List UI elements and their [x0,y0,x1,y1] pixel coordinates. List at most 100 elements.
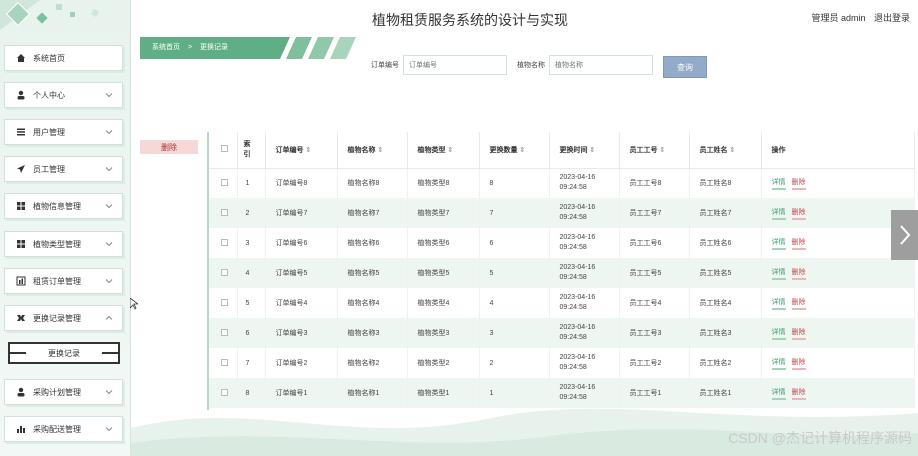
sidebar-item-1[interactable]: 系统首页 [4,45,123,71]
row-checkbox-cell[interactable] [209,198,238,228]
row-checkbox[interactable] [221,268,228,276]
next-arrow-button[interactable] [891,210,918,260]
sort-icon[interactable]: ⇕ [520,147,526,154]
cell-plant-type: 植物类型5 [407,258,480,288]
sidebar-item-5[interactable]: 植物信息管理 [4,193,123,219]
sidebar-item-4[interactable]: 员工管理 [4,156,123,182]
cell-change-time: 2023-04-16 09:24:58 [549,228,620,258]
table-row[interactable]: 3 订单编号6 植物名称6 植物类型6 6 2023-04-16 09:24:58 员工工号6… [209,228,915,258]
query-button[interactable]: 查询 [663,56,707,78]
delete-button[interactable]: 删除 [791,327,806,340]
cell-employee-name: 员工姓名4 [689,288,762,318]
sidebar-subitem-change-record[interactable]: 更换记录 [8,342,120,364]
sort-icon[interactable]: ⇕ [660,147,666,154]
cell-order-number: 订单编号7 [265,198,338,228]
row-checkbox-cell[interactable] [209,348,238,378]
page-title: 植物租赁服务系统的设计与实现 [372,12,568,28]
chevron-up-icon [105,315,113,320]
header-change-time[interactable]: 更换时间 ⇕ [549,132,620,169]
cell-order-number: 订单编号5 [265,258,338,288]
header-plant-type[interactable]: 植物类型 ⇕ [407,132,480,169]
delete-button[interactable]: 删除 [791,177,806,190]
plant-name-input[interactable] [549,55,653,75]
cell-actions: 详情 删除 [761,258,915,288]
row-checkbox[interactable] [221,178,228,186]
user-info: 管理员 admin 退出登录 [805,11,910,24]
select-all-checkbox[interactable] [221,145,228,153]
header-order-number[interactable]: 订单编号 ⇕ [265,132,338,169]
cell-index: 5 [237,288,266,318]
row-checkbox-cell[interactable] [209,228,238,258]
sidebar-item-2[interactable]: 个人中心 [4,82,123,108]
detail-button[interactable]: 详情 [771,177,786,190]
row-checkbox[interactable] [221,298,228,306]
sort-icon[interactable]: ⇕ [730,147,736,154]
sidebar-item-6[interactable]: 植物类型管理 [4,231,123,257]
delete-button[interactable]: 删除 [791,267,806,280]
row-checkbox[interactable] [221,238,228,246]
detail-button[interactable]: 详情 [771,297,786,310]
sidebar-item-9[interactable]: 采购计划管理 [4,379,123,405]
sort-icon[interactable]: ⇕ [306,147,312,154]
cell-change-time: 2023-04-16 09:24:58 [549,168,620,198]
cell-order-number: 订单编号6 [265,228,338,258]
sort-icon[interactable]: ⇕ [448,147,454,154]
table-row[interactable]: 1 订单编号8 植物名称8 植物类型8 8 2023-04-16 09:24:58 员工工号8… [209,168,915,198]
cell-order-number: 订单编号3 [265,318,338,348]
header-employee-number[interactable]: 员工工号 ⇕ [619,132,690,169]
row-checkbox[interactable] [221,358,228,366]
select-all-checkbox-cell[interactable] [209,132,238,169]
header-employee-name[interactable]: 员工姓名 ⇕ [689,132,762,169]
cell-index: 2 [237,198,266,228]
sidebar-item-3[interactable]: 用户管理 [4,119,123,145]
sidebar-item-10[interactable]: 采购配送管理 [4,416,123,442]
detail-button[interactable]: 详情 [771,267,786,280]
header-plant-name[interactable]: 植物名称 ⇕ [337,132,408,169]
order-number-input[interactable] [403,55,507,75]
table-row[interactable]: 6 订单编号3 植物名称3 植物类型3 3 2023-04-16 09:24:58 员工工号3… [209,318,915,348]
table-row[interactable]: 5 订单编号4 植物名称4 植物类型4 4 2023-04-16 09:24:58 员工工号4… [209,288,915,318]
header-actions: 操作 [761,132,915,169]
delete-button[interactable]: 删除 [791,237,806,250]
batch-delete-button[interactable]: 删除 [140,140,198,154]
breadcrumb-home[interactable]: 系统首页 [152,44,180,51]
sort-icon[interactable]: ⇕ [378,147,384,154]
logout-link[interactable]: 退出登录 [874,13,910,23]
sidebar-item-8[interactable]: 更换记录管理 [4,305,123,331]
cell-plant-name: 植物名称3 [337,318,408,348]
cell-quantity: 2 [479,348,550,378]
cell-employee-number: 员工工号8 [619,168,690,198]
row-checkbox-cell[interactable] [209,288,238,318]
cell-employee-number: 员工工号7 [619,198,690,228]
row-checkbox-cell[interactable] [209,318,238,348]
table-row[interactable]: 2 订单编号7 植物名称7 植物类型7 7 2023-04-16 09:24:58 员工工号7… [209,198,915,228]
row-checkbox[interactable] [221,328,228,336]
cell-actions: 详情 删除 [761,168,915,198]
detail-button[interactable]: 详情 [771,237,786,250]
cell-change-time: 2023-04-16 09:24:58 [549,198,620,228]
sidebar-item-label: 植物信息管理 [33,201,81,211]
detail-button[interactable]: 详情 [771,327,786,340]
header-quantity[interactable]: 更换数量 ⇕ [479,132,550,169]
cell-employee-name: 员工姓名2 [689,348,762,378]
watermark: CSDN @杰记计算机程序源码 [728,430,912,446]
chevron-down-icon [105,427,113,432]
detail-button[interactable]: 详情 [771,207,786,220]
delete-button[interactable]: 删除 [791,357,806,370]
row-checkbox[interactable] [221,208,228,216]
breadcrumb-current: 更换记录 [200,44,228,51]
cell-order-number: 订单编号2 [265,348,338,378]
detail-button[interactable]: 详情 [771,357,786,370]
sort-icon[interactable]: ⇕ [590,147,596,154]
row-checkbox-cell[interactable] [209,258,238,288]
list-icon [15,126,27,138]
sidebar-item-7[interactable]: 租赁订单管理 [4,268,123,294]
row-checkbox-cell[interactable] [209,168,238,198]
plant-search-group: 植物名称 [517,55,653,75]
delete-button[interactable]: 删除 [791,207,806,220]
table-row[interactable]: 4 订单编号5 植物名称5 植物类型5 5 2023-04-16 09:24:58 员工工号5… [209,258,915,288]
table-row[interactable]: 7 订单编号2 植物名称2 植物类型2 2 2023-04-16 09:24:58 员工工号2… [209,348,915,378]
sidebar-item-label: 植物类型管理 [33,239,81,249]
delete-button[interactable]: 删除 [791,297,806,310]
sidebar-item-label: 系统首页 [33,53,65,63]
